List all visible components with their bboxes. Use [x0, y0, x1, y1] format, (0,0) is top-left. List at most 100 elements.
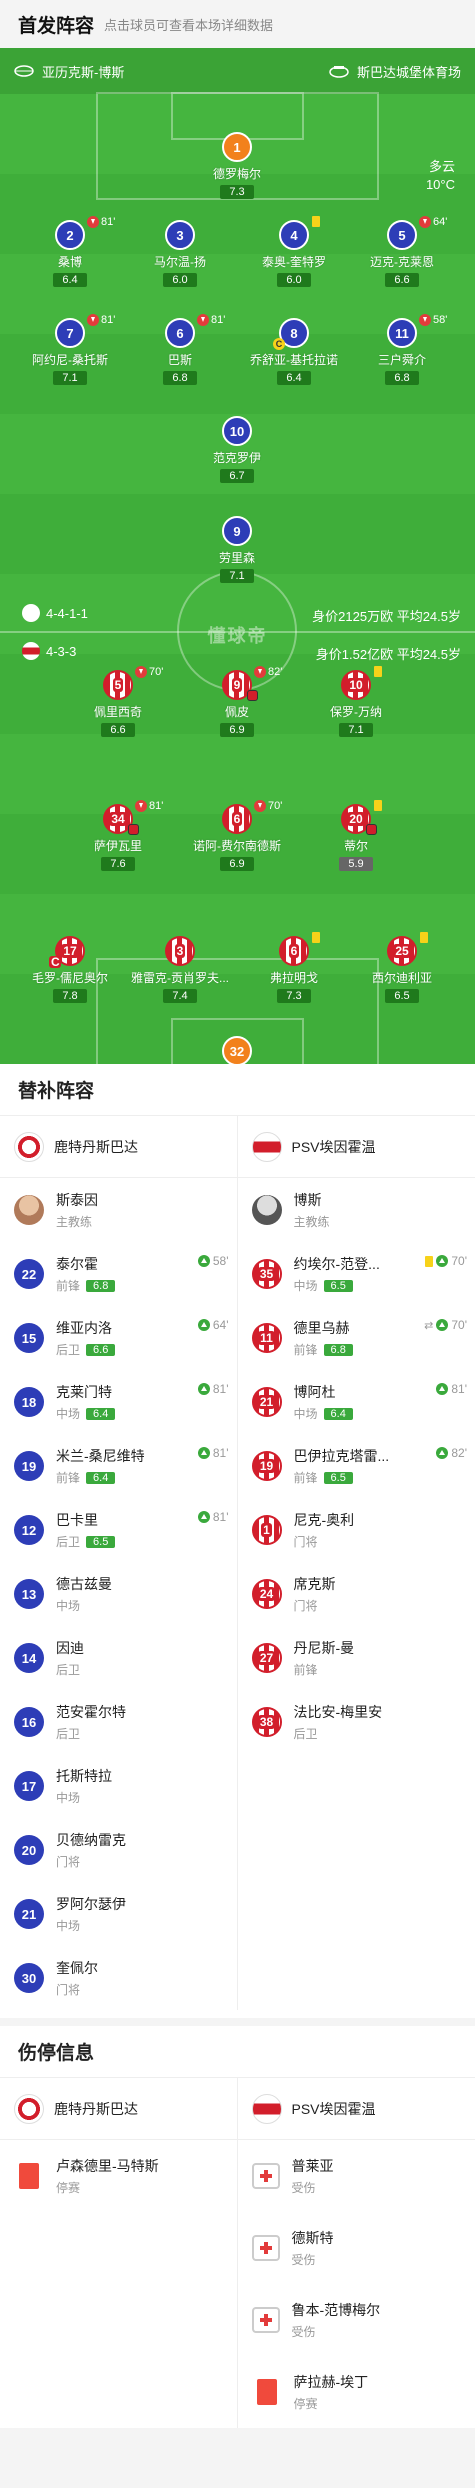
injury-row[interactable]: 普莱亚受伤: [238, 2140, 475, 2212]
yellow-card-icon: [420, 932, 428, 943]
injury-status: 受伤: [292, 2179, 334, 2196]
sub-player-row[interactable]: 16范安霍尔特后卫: [0, 1690, 237, 1754]
player-rating: 6.9: [220, 723, 254, 737]
away-team-row[interactable]: PSV埃因霍温: [238, 1116, 475, 1178]
sub-in-time: ⇄70': [424, 1318, 467, 1332]
coach-label: 主教练: [56, 1213, 98, 1230]
jersey-number: 10: [347, 678, 364, 692]
sub-player-row[interactable]: 17托斯特拉中场: [0, 1754, 237, 1818]
sub-player-name: 尼克-奥利: [294, 1510, 355, 1530]
sub-player-row[interactable]: 18克莱门特中场6.481': [0, 1370, 237, 1434]
sub-player-row[interactable]: 15维亚内洛后卫6.664': [0, 1306, 237, 1370]
away-player[interactable]: 4泰奥-奎特罗6.0: [239, 220, 349, 288]
sub-time: 70': [268, 800, 282, 812]
home-player[interactable]: 20蒂尔5.9: [301, 804, 411, 872]
goal-ball-icon: [128, 824, 139, 835]
weather-info: 多云 10°C: [426, 158, 455, 194]
player-rating: 5.9: [339, 857, 373, 871]
away-coach-name: 亚历克斯-博斯: [42, 62, 124, 81]
sub-player-position: 门将: [294, 1597, 336, 1614]
player-name: 雅雷克-贡肖罗夫...: [125, 969, 235, 986]
home-player[interactable]: 32科瓦日★8.0: [182, 1036, 292, 1064]
home-player[interactable]: 6弗拉明戈7.3: [239, 936, 349, 1004]
jersey-icon: 3: [165, 220, 195, 250]
home-coach-row[interactable]: 斯泰因 主教练: [0, 1178, 237, 1242]
yellow-card-icon: [425, 1256, 433, 1267]
position-label: 后卫: [56, 1661, 80, 1678]
injury-info: 德斯特受伤: [292, 2228, 334, 2268]
home-player[interactable]: 3雅雷克-贡肖罗夫...7.4: [125, 936, 235, 1004]
injury-row[interactable]: 鲁本-范博梅尔受伤: [238, 2284, 475, 2356]
home-player[interactable]: 570'佩里西奇6.6: [63, 670, 173, 738]
sub-player-name: 米兰-桑尼维特: [56, 1446, 145, 1466]
sub-player-rating: 6.5: [324, 1280, 353, 1292]
venue-label: 斯巴达城堡体育场: [329, 62, 461, 81]
away-player[interactable]: 281'桑博6.4: [15, 220, 125, 288]
sub-player-row[interactable]: 21罗阿尔瑟伊中场: [0, 1882, 237, 1946]
sub-player-row[interactable]: 21博阿杜中场6.481': [238, 1370, 475, 1434]
home-player[interactable]: 10保罗-万纳7.1: [301, 670, 411, 738]
sub-player-name: 克莱门特: [56, 1382, 115, 1402]
away-team-logo: [22, 604, 40, 622]
sub-player-info: 席克斯门将: [294, 1574, 336, 1614]
away-player[interactable]: 681'巴斯6.8: [125, 318, 235, 386]
injury-row[interactable]: 萨拉赫-埃丁停赛: [238, 2356, 475, 2428]
home-team-row[interactable]: 鹿特丹斯巴达: [0, 1116, 237, 1178]
sub-player-row[interactable]: 38法比安-梅里安后卫: [238, 1690, 475, 1754]
sub-player-row[interactable]: 27丹尼斯-曼前锋: [238, 1626, 475, 1690]
jersey-icon: 1: [222, 132, 252, 162]
sub-in-time: 81': [198, 1446, 229, 1460]
jersey-icon: 21: [252, 1387, 282, 1417]
yellow-card-icon: [374, 666, 382, 677]
sub-player-info: 克莱门特中场6.4: [56, 1382, 115, 1422]
sub-time: 81': [213, 1382, 229, 1396]
home-player[interactable]: 982'佩皮6.9: [182, 670, 292, 738]
injury-row[interactable]: 卢森德里-马特斯停赛: [0, 2140, 237, 2212]
home-coach-name: 斯泰因: [56, 1190, 98, 1210]
home-player[interactable]: 3481'萨伊瓦里7.6: [63, 804, 173, 872]
captain-icon: C: [49, 956, 61, 968]
position-label: 前锋: [294, 1341, 318, 1358]
sub-in-icon: [198, 1319, 210, 1331]
home-player[interactable]: 670'诺阿-费尔南德斯6.9: [182, 804, 292, 872]
sub-player-row[interactable]: 19米兰-桑尼维特前锋6.481': [0, 1434, 237, 1498]
sub-player-row[interactable]: 22泰尔霍前锋6.858': [0, 1242, 237, 1306]
away-player[interactable]: 9劳里森7.1: [182, 516, 292, 584]
sub-player-row[interactable]: 12巴卡里后卫6.581': [0, 1498, 237, 1562]
home-player[interactable]: 25西尔迪利亚6.5: [347, 936, 457, 1004]
sub-player-row[interactable]: 19巴伊拉克塔雷...前锋6.582': [238, 1434, 475, 1498]
injury-columns: 鹿特丹斯巴达 卢森德里-马特斯停赛 PSV埃因霍温 普莱亚受伤德斯特受伤鲁本-范…: [0, 2078, 475, 2428]
injury-row[interactable]: 德斯特受伤: [238, 2212, 475, 2284]
away-player[interactable]: 1158'三户舜介6.8: [347, 318, 457, 386]
home-injury-team-row[interactable]: 鹿特丹斯巴达: [0, 2078, 237, 2140]
sub-player-row[interactable]: 24席克斯门将: [238, 1562, 475, 1626]
sub-player-row[interactable]: 20贝德纳雷克门将: [0, 1818, 237, 1882]
sub-player-row[interactable]: 30奎佩尔门将: [0, 1946, 237, 2010]
away-injury-column: PSV埃因霍温 普莱亚受伤德斯特受伤鲁本-范博梅尔受伤萨拉赫-埃丁停赛: [238, 2078, 475, 2428]
sub-player-row[interactable]: 11德里乌赫前锋6.8⇄70': [238, 1306, 475, 1370]
player-name: 阿约尼-桑托斯: [15, 351, 125, 368]
sub-player-row[interactable]: 1尼克-奥利门将: [238, 1498, 475, 1562]
sub-player-row[interactable]: 35约埃尔-范登...中场6.570': [238, 1242, 475, 1306]
away-player[interactable]: 1德罗梅尔7.3: [182, 132, 292, 200]
away-coach-row[interactable]: 博斯 主教练: [238, 1178, 475, 1242]
sparta-logo-icon: [14, 2094, 44, 2124]
away-player[interactable]: 10范克罗伊6.7: [182, 416, 292, 484]
jersey-icon: 6: [222, 804, 252, 834]
player-name: 乔舒亚-基托拉诺: [239, 351, 349, 368]
away-team-name: PSV埃因霍温: [292, 1137, 376, 1157]
sub-player-position: 中场6.4: [294, 1405, 353, 1422]
home-player[interactable]: 17C毛罗-儒尼奥尔7.8: [15, 936, 125, 1004]
away-player[interactable]: 781'阿约尼-桑托斯7.1: [15, 318, 125, 386]
jersey-icon: 32: [222, 1036, 252, 1064]
sub-player-row[interactable]: 14因迪后卫: [0, 1626, 237, 1690]
sub-player-row[interactable]: 13德古兹曼中场: [0, 1562, 237, 1626]
away-injury-team-row[interactable]: PSV埃因霍温: [238, 2078, 475, 2140]
player-name: 劳里森: [182, 549, 292, 566]
away-player[interactable]: 3马尔温-扬6.0: [125, 220, 235, 288]
away-player[interactable]: 564'迈克-克莱恩6.6: [347, 220, 457, 288]
sub-in-time: 81': [198, 1510, 229, 1524]
away-player[interactable]: 8C乔舒亚-基托拉诺6.4: [239, 318, 349, 386]
sub-in-time: 64': [198, 1318, 229, 1332]
sub-player-position: 后卫: [56, 1661, 84, 1678]
